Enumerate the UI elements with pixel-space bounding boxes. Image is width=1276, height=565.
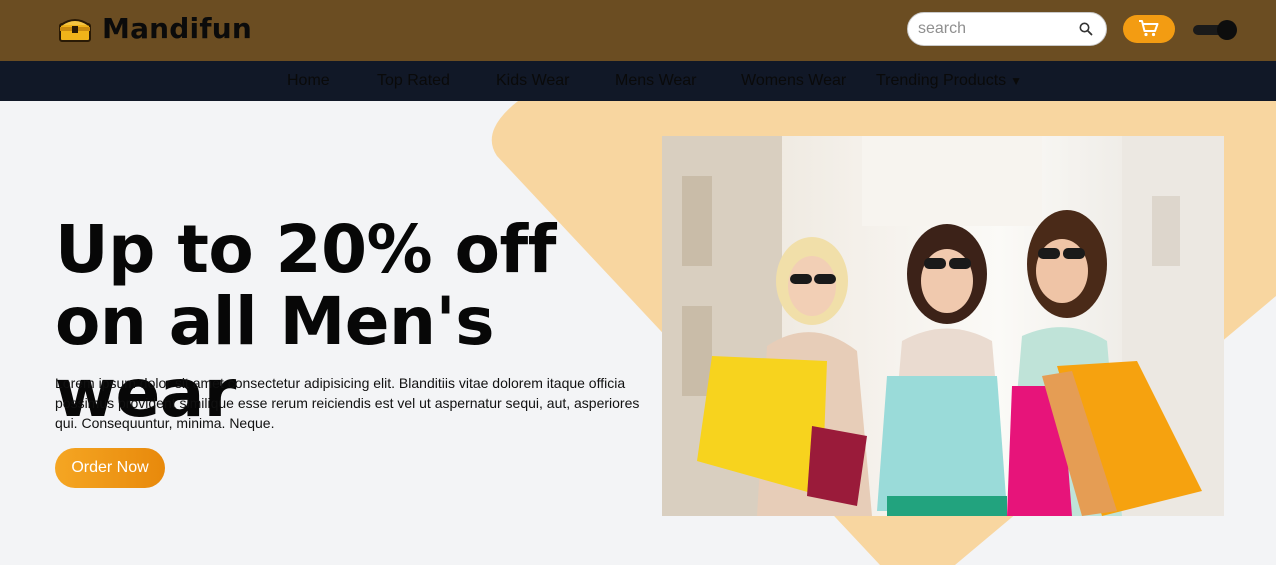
search-icon[interactable]: [1078, 21, 1094, 37]
cart-icon: [1138, 19, 1160, 40]
nav-item-kids-wear[interactable]: Kids Wear: [496, 61, 570, 101]
dark-mode-toggle[interactable]: [1193, 19, 1237, 41]
top-header: Mandifun: [0, 0, 1276, 61]
nav-item-top-rated[interactable]: Top Rated: [377, 61, 450, 101]
nav-item-mens-wear[interactable]: Mens Wear: [615, 61, 697, 101]
nav-item-trending-products[interactable]: Trending Products ▼: [876, 61, 1022, 101]
hero-image: [662, 136, 1224, 516]
treasure-chest-icon: [58, 15, 92, 43]
nav-item-home[interactable]: Home: [287, 61, 330, 101]
search-box[interactable]: [907, 12, 1107, 46]
hero-description: Lorem ipsum dolor sit amet consectetur a…: [55, 375, 640, 431]
caret-down-icon: ▼: [1010, 74, 1023, 88]
nav-item-womens-wear[interactable]: Womens Wear: [741, 61, 846, 101]
brand[interactable]: Mandifun: [58, 12, 252, 45]
main-nav: Home Top Rated Kids Wear Mens Wear Women…: [0, 61, 1276, 101]
brand-name: Mandifun: [102, 12, 252, 45]
toggle-knob: [1217, 20, 1237, 40]
cart-button[interactable]: [1123, 15, 1175, 43]
shopping-women-illustration: [662, 136, 1224, 516]
search-input[interactable]: [918, 20, 1068, 38]
nav-item-trending-label: Trending Products: [876, 72, 1007, 89]
order-now-button[interactable]: Order Now: [55, 448, 165, 488]
